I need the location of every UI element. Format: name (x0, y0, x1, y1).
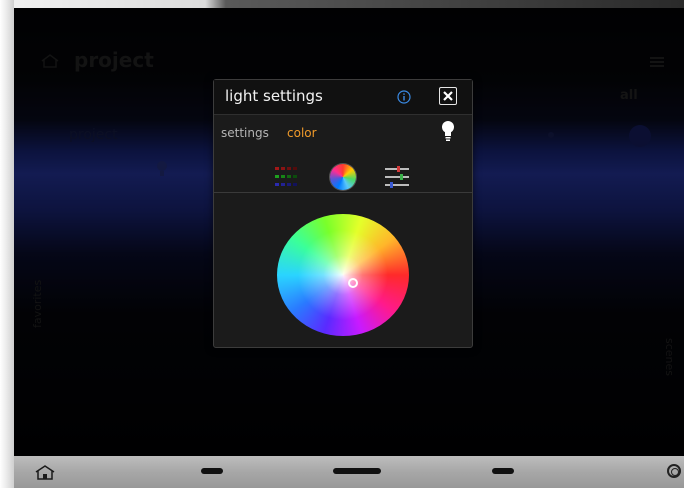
dialog-header: light settings (214, 80, 472, 115)
color-wheel[interactable] (277, 214, 409, 336)
color-picker-handle[interactable] (348, 278, 358, 288)
nav-button-center[interactable] (333, 468, 381, 474)
power-icon[interactable] (667, 464, 681, 478)
color-wheel-icon[interactable] (330, 164, 356, 190)
nav-button-right[interactable] (492, 468, 514, 474)
tab-settings[interactable]: settings (221, 126, 269, 140)
color-mode-selector (214, 152, 472, 193)
home-icon[interactable] (34, 464, 56, 480)
close-icon (443, 91, 453, 101)
dialog-tabs: settings color (214, 115, 472, 151)
swatch-grid-icon[interactable] (274, 166, 300, 188)
close-button[interactable] (439, 87, 457, 105)
sliders-icon[interactable] (384, 165, 410, 189)
info-icon[interactable] (397, 90, 411, 104)
light-settings-dialog: light settings settings color (213, 79, 473, 348)
light-bulb-icon[interactable] (441, 120, 455, 142)
device-nav-bar (14, 456, 684, 488)
tab-color[interactable]: color (287, 126, 317, 140)
nav-button-left[interactable] (201, 468, 223, 474)
device-bezel-left (0, 0, 14, 488)
dialog-title: light settings (225, 87, 323, 105)
